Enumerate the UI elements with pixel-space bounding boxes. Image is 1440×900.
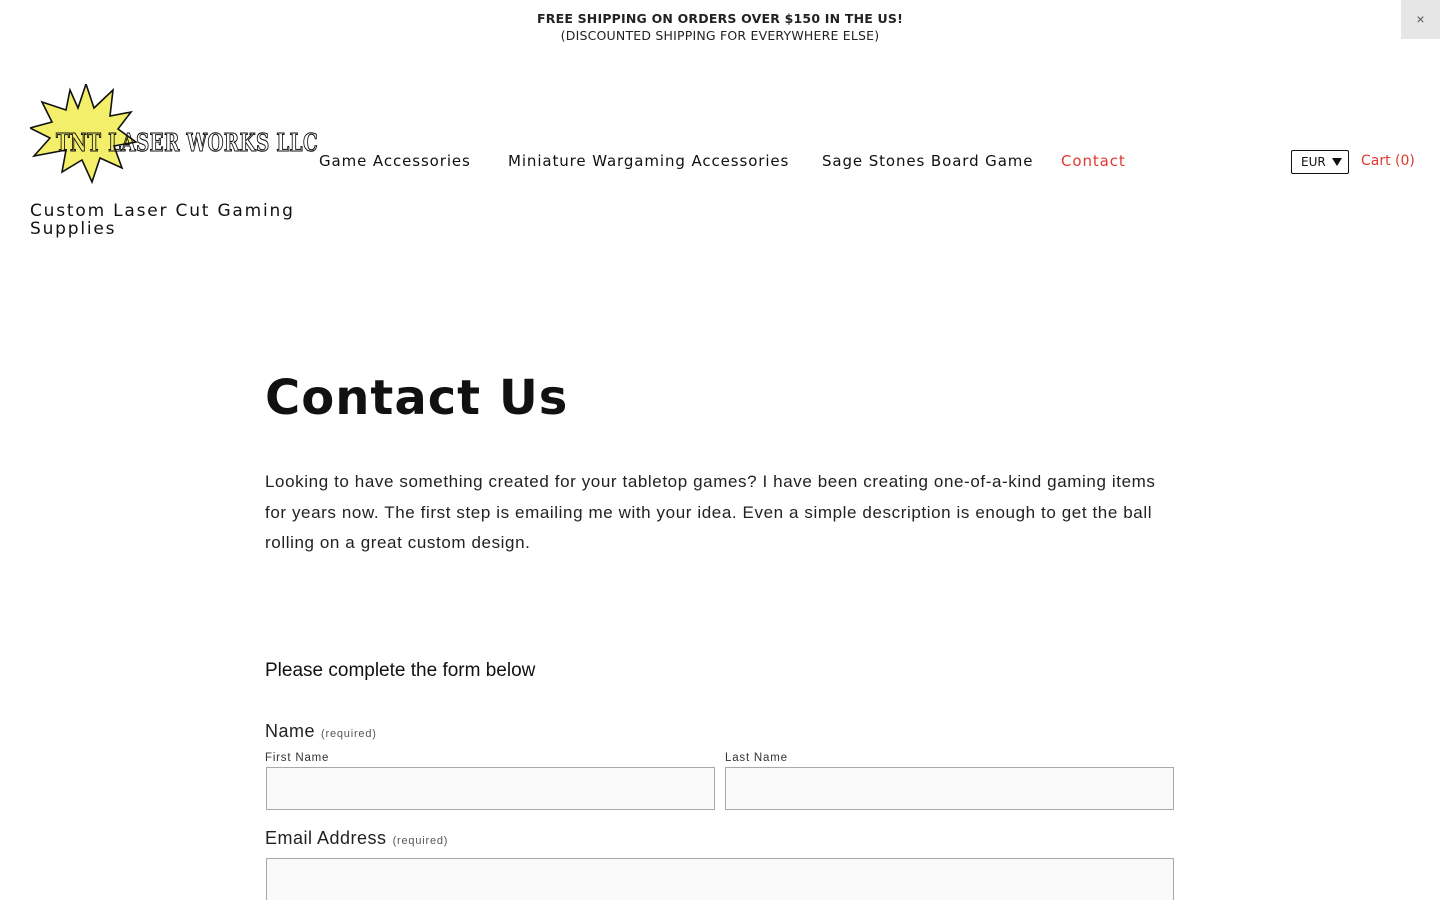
email-field-label: Email Address (required): [265, 828, 448, 849]
first-name-input[interactable]: [266, 767, 715, 810]
last-name-input[interactable]: [725, 767, 1174, 810]
name-label-text: Name: [265, 721, 316, 741]
currency-select[interactable]: EUR: [1291, 150, 1349, 174]
close-icon: ×: [1416, 11, 1425, 27]
nav-game-accessories[interactable]: Game Accessories: [319, 152, 471, 170]
currency-value: EUR: [1301, 155, 1326, 169]
required-note: (required): [321, 728, 377, 740]
site-logo[interactable]: TNT LASER WORKS LLC: [27, 81, 320, 185]
announcement-line-1: FREE SHIPPING ON ORDERS OVER $150 IN THE…: [537, 11, 903, 26]
intro-paragraph: Looking to have something created for yo…: [265, 472, 1156, 552]
last-name-label: Last Name: [725, 752, 788, 764]
caret-down-icon: [1332, 158, 1342, 166]
logo-starburst-icon: TNT LASER WORKS LLC: [27, 81, 318, 185]
required-note: (required): [392, 835, 449, 847]
nav-miniature-wargaming-accessories[interactable]: Miniature Wargaming Accessories: [508, 152, 789, 170]
nav-contact[interactable]: Contact: [1061, 152, 1126, 170]
name-field-label: Name (required): [265, 721, 377, 742]
email-input[interactable]: [266, 858, 1174, 900]
first-name-label: First Name: [265, 752, 330, 764]
nav-sage-stones-board-game[interactable]: Sage Stones Board Game: [822, 152, 1033, 170]
site-tagline: Custom Laser Cut Gaming Supplies: [30, 201, 295, 239]
form-heading: Please complete the form below: [265, 660, 536, 681]
cart-link[interactable]: Cart (0): [1361, 153, 1415, 169]
email-label-text: Email Address: [265, 828, 387, 848]
page-title: Contact Us: [265, 370, 569, 426]
announcement-bar: FREE SHIPPING ON ORDERS OVER $150 IN THE…: [0, 0, 1440, 60]
close-announcement-button[interactable]: ×: [1401, 0, 1440, 39]
logo-text: TNT LASER WORKS LLC: [56, 128, 318, 157]
announcement-line-2: (DISCOUNTED SHIPPING FOR EVERYWHERE ELSE…: [560, 28, 880, 43]
